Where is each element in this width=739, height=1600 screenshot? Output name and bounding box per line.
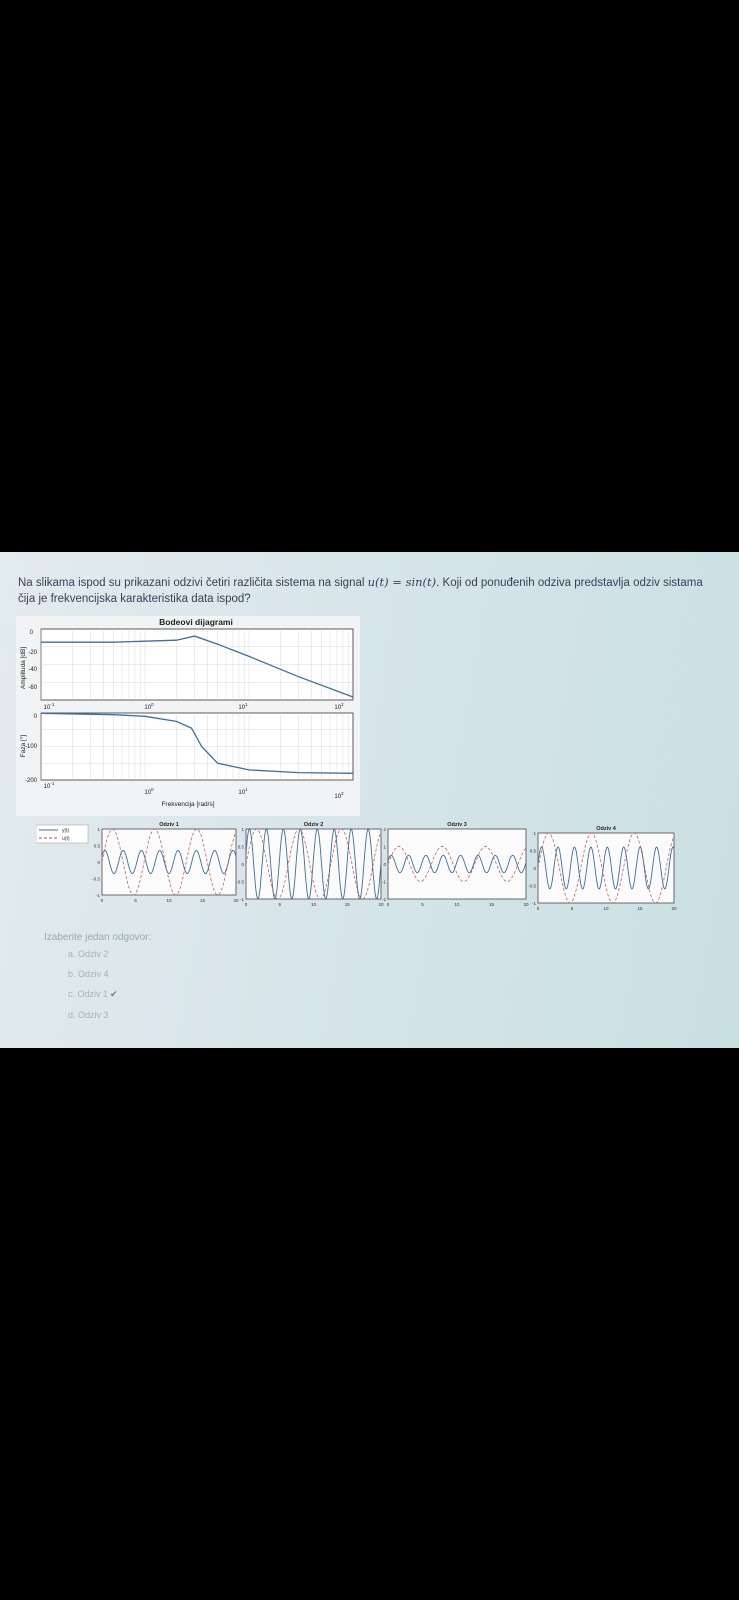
response-plot-2: Odziv 210.50-0.5-10 5 10 15 20 — [236, 822, 384, 907]
plot-ytick: -0.5 — [92, 877, 100, 882]
legend: y(t) u(t) — [36, 824, 89, 844]
option-b[interactable]: b. Odziv 4 — [68, 969, 151, 979]
phase-xtick: 10-1 — [44, 781, 55, 790]
option-c-label: c. Odziv 1 — [68, 989, 109, 999]
plot-xtick: 10 — [603, 906, 609, 911]
plot-title: Odziv 1 — [159, 822, 179, 828]
plot-ytick: 0 — [97, 860, 100, 865]
phase-xticks: 10-1 100 101 102 — [44, 781, 344, 800]
plot-xtick: 20 — [378, 902, 384, 907]
plot-ytick: -0.5 — [528, 884, 536, 889]
plot-xtick: 20 — [233, 898, 239, 903]
amp-xticks: 10-1 100 101 102 — [44, 702, 344, 711]
phase-ytick: 0 — [34, 714, 38, 720]
plot-ytick: 0 — [383, 862, 386, 867]
plot-xtick: 15 — [489, 902, 495, 907]
amp-xtick: 102 — [334, 702, 344, 711]
response-plot-3: Odziv 3210-1-20 5 10 15 20 — [382, 822, 529, 907]
bode-amp-axes: 0 -20 -40 -60 Amplituda [dB] — [20, 628, 354, 701]
option-a[interactable]: a. Odziv 2 — [68, 949, 151, 959]
plot-title: Odziv 2 — [304, 822, 324, 828]
amp-xtick: 101 — [238, 702, 248, 711]
checkmark-icon: ✔ — [110, 989, 118, 999]
phase-ytick: -200 — [25, 778, 38, 784]
plot-xtick: 5 — [278, 902, 281, 907]
amp-ytick: 0 — [30, 630, 34, 636]
amp-ytick: -60 — [28, 685, 37, 691]
plot-ytick: 1 — [241, 827, 244, 832]
response-plot-1: Odziv 110.50-0.5-10 5 10 15 20 — [92, 822, 239, 903]
bode-title: Bodeovi dijagrami — [159, 617, 233, 627]
question-text: Na slikama ispod su prikazani odzivi čet… — [18, 574, 718, 607]
plot-xtick: 15 — [637, 906, 643, 911]
phase-xtick: 100 — [144, 787, 154, 796]
phase-xtick: 101 — [238, 787, 248, 796]
plot-ytick: 0.5 — [530, 849, 537, 854]
plot-ytick: 1 — [383, 845, 386, 850]
plot-xtick: 0 — [387, 902, 390, 907]
answer-area: Izaberite jedan odgovor: a. Odziv 2 b. O… — [44, 932, 151, 1030]
response-plots: y(t) u(t) Odziv 110.50-0.5-10 5 10 15 20Odzi… — [36, 822, 677, 911]
plot-xtick: 20 — [523, 902, 529, 907]
amp-xtick: 100 — [144, 702, 154, 711]
plot-ytick: -0.5 — [236, 880, 244, 885]
plot-ytick: 0 — [241, 862, 244, 867]
question-math: u(t) = sin(t) — [367, 575, 437, 589]
plot-frame — [387, 828, 527, 900]
amp-ytick: -40 — [28, 667, 37, 673]
plot-xtick: 15 — [200, 898, 206, 903]
plot-frame — [245, 828, 382, 900]
bode-diagram: Bodeovi dijagrami 0 -20 -40 -60 Amplitud… — [16, 616, 360, 816]
plot-xtick: 15 — [345, 902, 351, 907]
bode-phase-axes: 0 -100 -200 Faza [°] — [19, 712, 354, 784]
plot-ytick: 1 — [533, 831, 536, 836]
phase-xtick: 102 — [334, 791, 344, 800]
amp-ylabel: Amplituda [dB] — [20, 647, 27, 689]
plot-xtick: 5 — [571, 906, 574, 911]
response-plot-group: Odziv 110.50-0.5-10 5 10 15 20Odziv 210.50-0… — [92, 822, 677, 911]
option-c[interactable]: c. Odziv 1 ✔ — [68, 989, 151, 1000]
legend-u-label: u(t) — [62, 836, 70, 842]
plot-xtick: 10 — [166, 898, 172, 903]
answer-prompt: Izaberite jedan odgovor: — [44, 932, 152, 943]
plot-ytick: 0.5 — [238, 845, 245, 850]
plot-ytick: -1 — [382, 880, 386, 885]
plot-xtick: 0 — [101, 898, 104, 903]
plot-xtick: 20 — [671, 906, 677, 911]
plot-xtick: 0 — [245, 902, 248, 907]
amp-ytick: -20 — [28, 650, 37, 656]
plot-xtick: 5 — [421, 902, 424, 907]
screen: Na slikama ispod su prikazani odzivi čet… — [0, 552, 739, 1048]
plot-frame — [537, 832, 675, 904]
plot-xtick: 0 — [537, 906, 540, 911]
plot-ytick: 2 — [383, 827, 386, 832]
phase-ylabel: Faza [°] — [19, 735, 27, 758]
question-text-before: Na slikama ispod su prikazani odzivi čet… — [18, 577, 368, 589]
plot-xtick: 10 — [454, 902, 460, 907]
option-d[interactable]: d. Odziv 3 — [68, 1010, 151, 1020]
plot-xtick: 10 — [311, 902, 317, 907]
amp-xtick: 10-1 — [44, 702, 55, 711]
plot-xtick: 5 — [134, 898, 137, 903]
legend-y-label: y(t) — [62, 828, 70, 834]
plot-title: Odziv 4 — [596, 826, 617, 832]
plot-ytick: 1 — [97, 827, 100, 832]
response-plot-4: Odziv 410.50-0.5-10 5 10 15 20 — [528, 826, 677, 911]
plot-title: Odziv 3 — [447, 822, 467, 828]
bode-xlabel: Frekvencija [rad/s] — [161, 801, 214, 808]
plot-ytick: 0 — [533, 866, 536, 871]
plot-ytick: 0.5 — [94, 844, 101, 849]
plot-frame — [101, 828, 237, 896]
